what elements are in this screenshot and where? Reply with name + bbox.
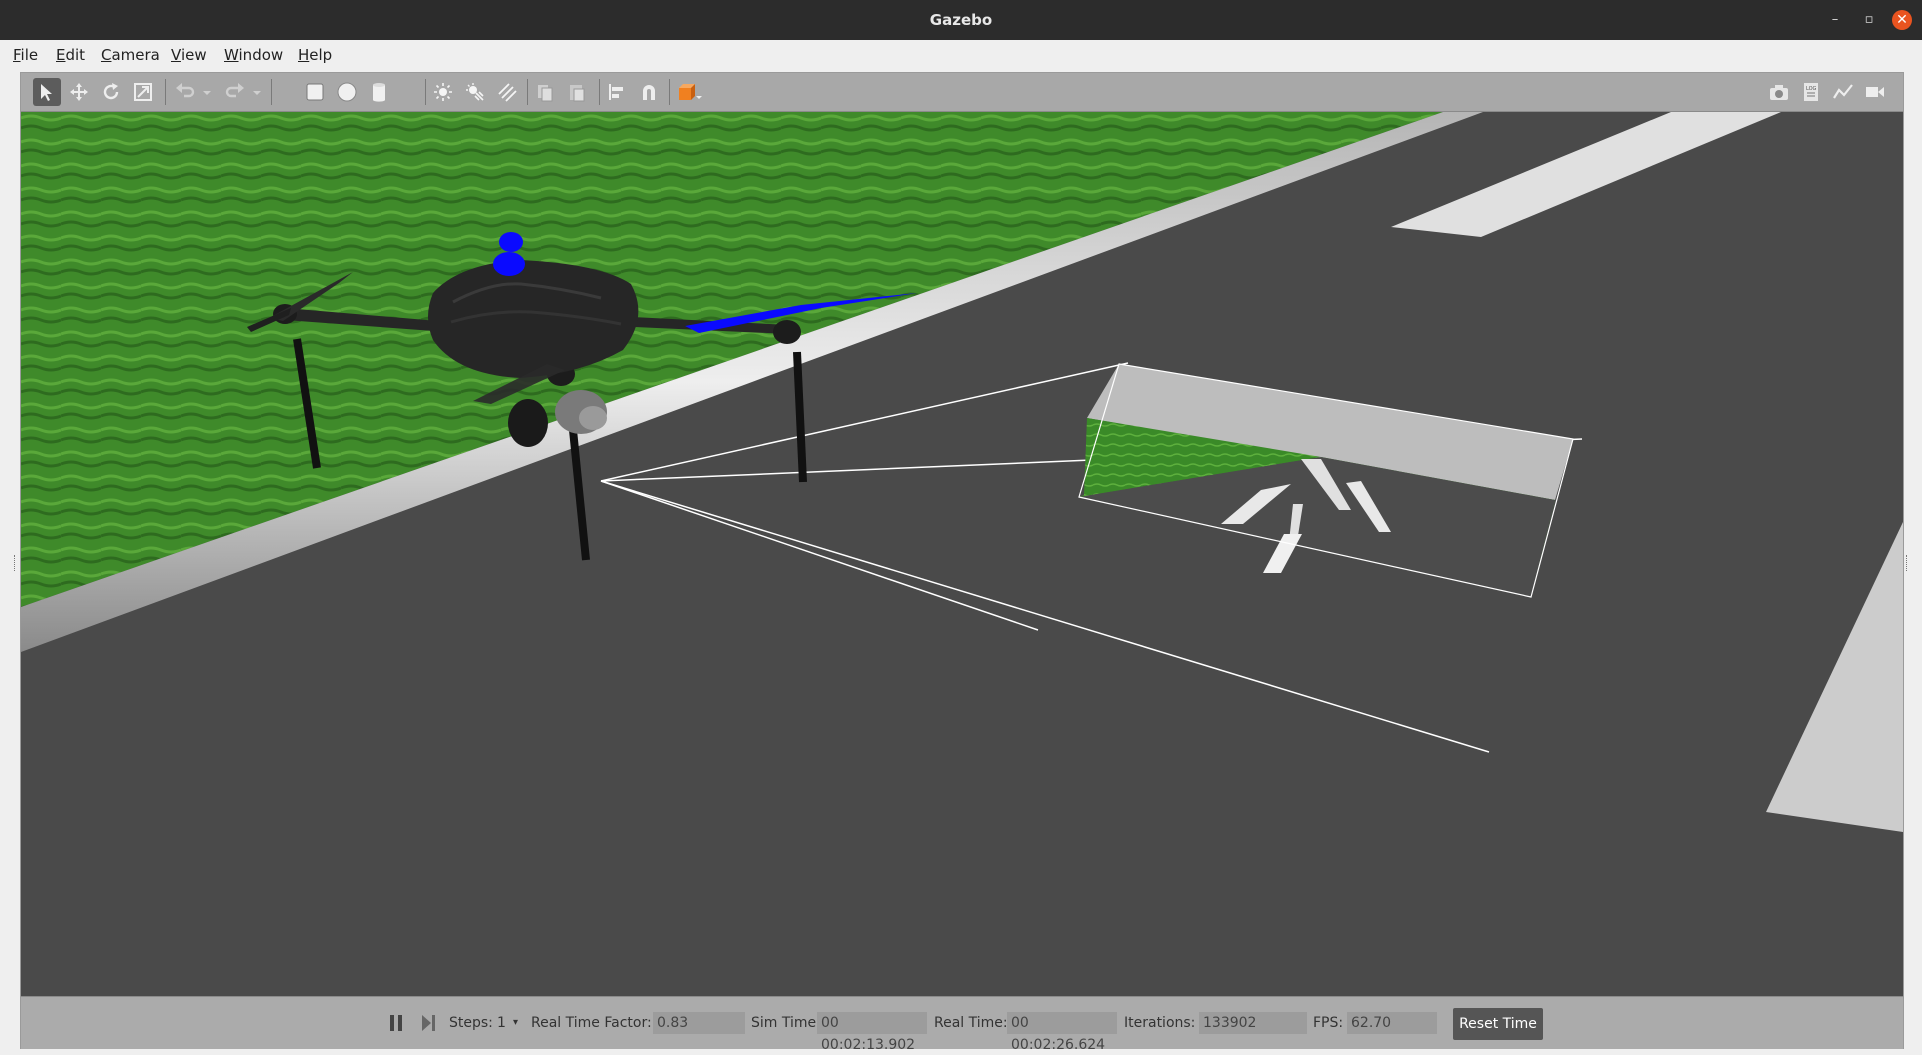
plot-icon[interactable] [1829, 78, 1857, 106]
cylinder-shape-icon[interactable] [365, 78, 393, 106]
scale-icon[interactable] [129, 78, 157, 106]
undo-icon[interactable] [171, 78, 199, 106]
scene-render [21, 112, 1903, 996]
rotate-icon[interactable] [97, 78, 125, 106]
title-bar: Gazebo – ▫ ✕ [0, 0, 1922, 40]
minimize-button[interactable]: – [1825, 10, 1845, 30]
align-icon[interactable] [603, 78, 631, 106]
menu-window[interactable]: Window [224, 40, 283, 70]
real-time-value: 00 00:02:26.624 [1007, 1012, 1117, 1053]
real-time-factor-label: Real Time Factor: [531, 1015, 652, 1031]
steps-label: Steps: [449, 1015, 493, 1031]
view-angle-icon[interactable] [673, 78, 707, 106]
menu-file[interactable]: File [13, 40, 38, 70]
right-panel-grip[interactable] [1906, 555, 1909, 571]
steps-spinbox[interactable]: 1 [497, 997, 506, 1049]
toolbar: LOG [21, 73, 1903, 112]
point-light-icon[interactable] [429, 78, 457, 106]
real-time-factor-value: 0.83 [653, 1012, 745, 1034]
toolbar-separator [669, 79, 670, 105]
iterations-value: 133902 [1199, 1012, 1307, 1034]
dropdown-arrow-icon[interactable] [247, 78, 263, 106]
dropdown-arrow-icon[interactable] [197, 78, 213, 106]
chevron-down-icon[interactable]: ▾ [513, 997, 518, 1049]
spot-light-icon[interactable] [461, 78, 489, 106]
toolbar-separator [599, 79, 600, 105]
status-bar: Steps: 1 ▾ Real Time Factor: 0.83 Sim Ti… [21, 996, 1903, 1053]
screenshot-camera-icon[interactable] [1765, 78, 1793, 106]
iterations-label: Iterations: [1124, 1015, 1196, 1031]
toolbar-separator [271, 79, 272, 105]
toolbar-separator [165, 79, 166, 105]
left-panel-grip[interactable] [14, 555, 17, 571]
select-arrow-icon[interactable] [33, 78, 61, 106]
directional-light-icon[interactable] [493, 78, 521, 106]
toolbar-separator [425, 79, 426, 105]
box-shape-icon[interactable] [301, 78, 329, 106]
translate-icon[interactable] [65, 78, 93, 106]
step-button[interactable] [419, 997, 437, 1049]
reset-time-button[interactable]: Reset Time [1453, 1008, 1543, 1040]
redo-icon[interactable] [221, 78, 249, 106]
menu-edit[interactable]: Edit [56, 40, 85, 70]
menu-help[interactable]: Help [298, 40, 332, 70]
3d-viewport[interactable] [21, 112, 1903, 996]
svg-text:LOG: LOG [1806, 86, 1817, 92]
video-record-icon[interactable] [1861, 78, 1889, 106]
sphere-shape-icon[interactable] [333, 78, 361, 106]
menu-camera[interactable]: Camera [101, 40, 160, 70]
sim-time-label: Sim Time: [751, 1015, 821, 1031]
copy-icon[interactable] [531, 78, 559, 106]
main-frame: LOG Steps: 1 ▾ Real Time Factor: 0.83 Si… [20, 72, 1904, 1053]
fps-value: 62.70 [1347, 1012, 1437, 1034]
close-button[interactable]: ✕ [1892, 10, 1912, 30]
window-title: Gazebo [929, 11, 993, 29]
real-time-label: Real Time: [934, 1015, 1008, 1031]
pause-button[interactable] [387, 997, 405, 1049]
paste-icon[interactable] [563, 78, 591, 106]
gazebo-window: Gazebo – ▫ ✕ File Edit Camera View Windo… [0, 0, 1922, 1055]
snap-magnet-icon[interactable] [635, 78, 663, 106]
fps-label: FPS: [1313, 1015, 1344, 1031]
log-icon[interactable]: LOG [1797, 78, 1825, 106]
menu-bar: File Edit Camera View Window Help [0, 40, 1922, 70]
toolbar-separator [527, 79, 528, 105]
maximize-button[interactable]: ▫ [1859, 10, 1879, 30]
sim-time-value: 00 00:02:13.902 [817, 1012, 927, 1053]
menu-view[interactable]: View [171, 40, 207, 70]
